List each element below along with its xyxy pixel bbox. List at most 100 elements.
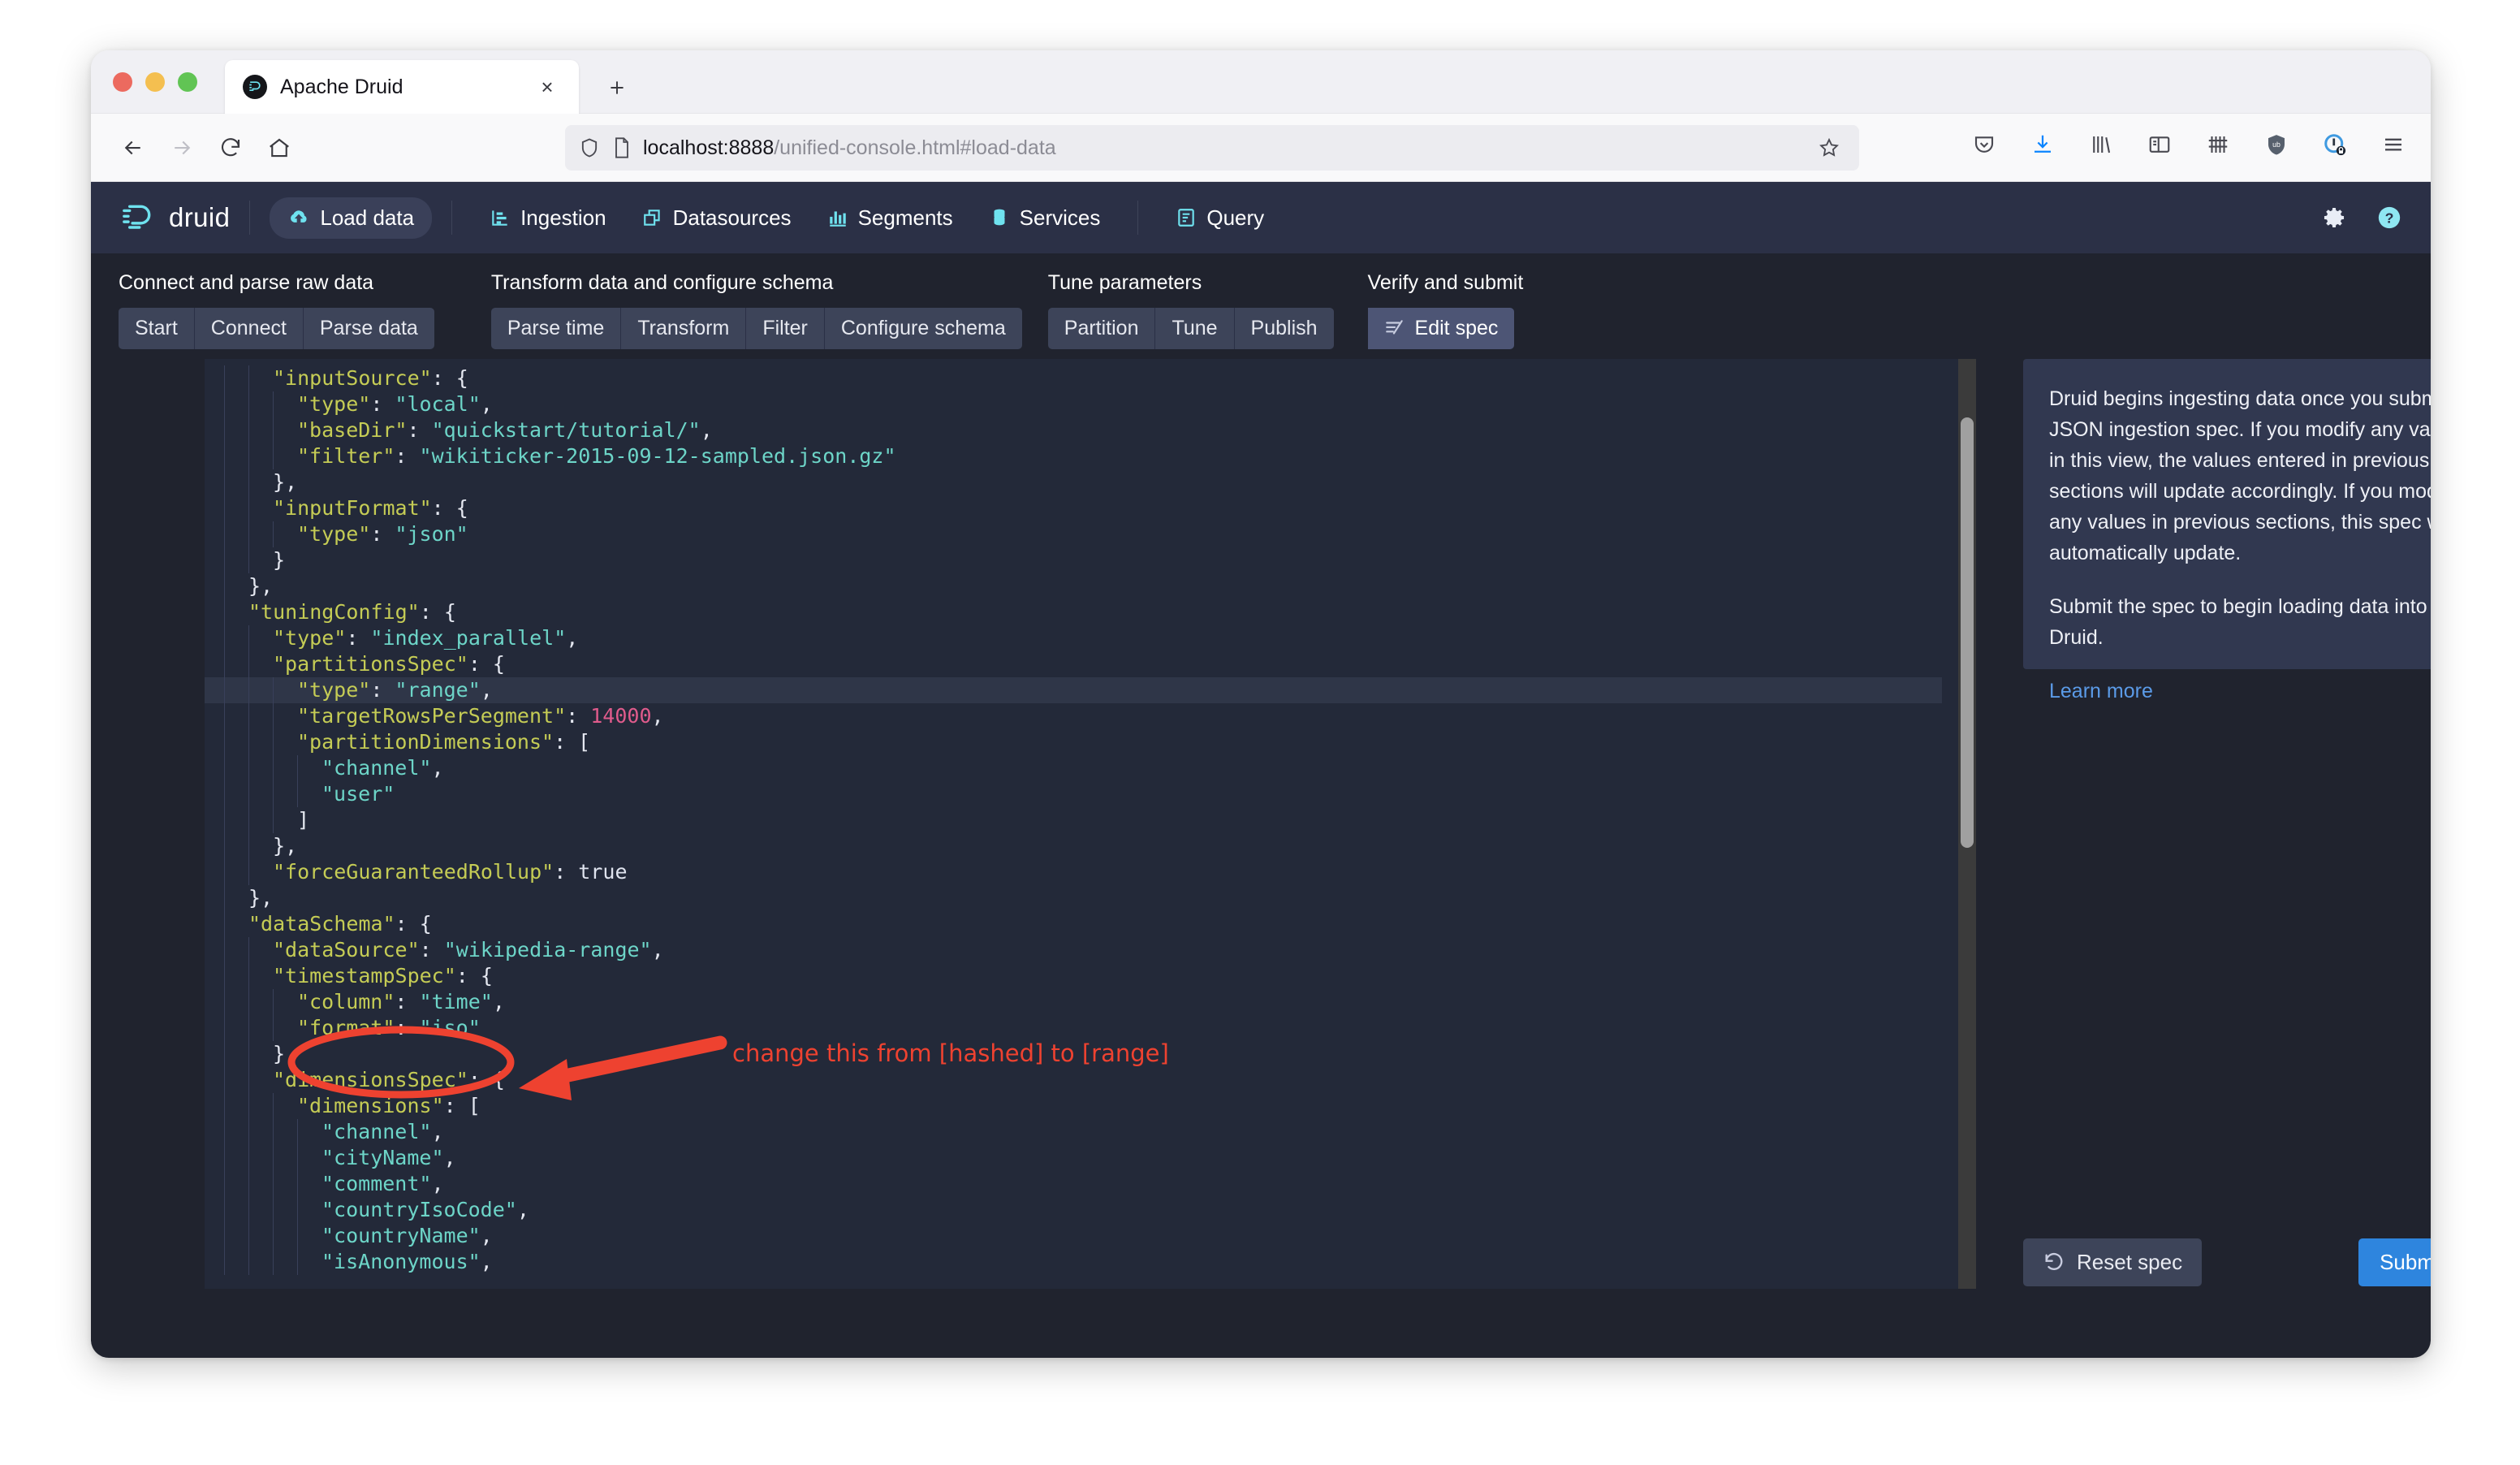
editor-line[interactable]: "tuningConfig": {	[205, 599, 1942, 625]
editor-line[interactable]: "forceGuaranteedRollup": true	[205, 859, 1942, 885]
editor-line[interactable]: "type": "local",	[205, 391, 1942, 417]
editor-line[interactable]: "targetRowsPerSegment": 14000,	[205, 703, 1942, 729]
sidebar-icon[interactable]	[2142, 127, 2177, 162]
step-button-start[interactable]: Start	[119, 308, 195, 349]
indent-guide	[297, 1197, 298, 1223]
indent-guide	[224, 391, 225, 417]
forward-icon[interactable]	[161, 127, 203, 169]
editor-line[interactable]: ]	[205, 807, 1942, 833]
druid-logo[interactable]: druid	[119, 200, 230, 236]
editor-line[interactable]: "partitionsSpec": {	[205, 651, 1942, 677]
json-spec-editor[interactable]: "inputSource": {"type": "local", "baseDir…	[205, 359, 1976, 1289]
menu-icon[interactable]	[2375, 127, 2411, 162]
browser-tab-apache-druid[interactable]: Apache Druid ×	[225, 60, 579, 114]
indent-guide	[248, 651, 249, 677]
editor-line[interactable]: },	[205, 833, 1942, 859]
editor-line[interactable]: "dataSource": "wikipedia-range",	[205, 937, 1942, 963]
back-icon[interactable]	[112, 127, 154, 169]
editor-line[interactable]: "baseDir": "quickstart/tutorial/",	[205, 417, 1942, 443]
editor-line[interactable]: },	[205, 469, 1942, 495]
editor-line[interactable]: "countryIsoCode",	[205, 1197, 1942, 1223]
learn-more-link[interactable]: Learn more	[2049, 680, 2153, 702]
indent-guide	[224, 1119, 225, 1145]
step-button-tune[interactable]: Tune	[1155, 308, 1235, 349]
editor-code-area[interactable]: "inputSource": {"type": "local", "baseDir…	[205, 359, 1942, 1289]
indent-guide	[273, 989, 274, 1015]
editor-line[interactable]: "timestampSpec": {	[205, 963, 1942, 989]
nav-item-segments[interactable]: Segments	[809, 197, 971, 239]
editor-line[interactable]: "user"	[205, 781, 1942, 807]
nav-item-ingestion[interactable]: Ingestion	[472, 197, 624, 239]
editor-line-text: "partitionsSpec": {	[273, 652, 505, 676]
library-icon[interactable]	[2083, 127, 2119, 162]
editor-line[interactable]: "cityName",	[205, 1145, 1942, 1171]
editor-line[interactable]: "column": "time",	[205, 989, 1942, 1015]
home-icon[interactable]	[258, 127, 300, 169]
editor-line[interactable]: "filter": "wikiticker-2015-09-12-sampled…	[205, 443, 1942, 469]
ublock-shield-icon[interactable]: ub	[2259, 127, 2294, 162]
containers-icon[interactable]	[2200, 127, 2236, 162]
shield-icon[interactable]	[578, 136, 601, 159]
indent-guide	[224, 1041, 225, 1067]
editor-line-text: "dataSource": "wikipedia-range",	[273, 938, 664, 962]
step-group-tune: Tune parameters Partition Tune Publish	[1047, 271, 1334, 349]
editor-scrollbar-thumb[interactable]	[1961, 417, 1974, 848]
browser-navbar: localhost:8888/unified-console.html#load…	[91, 114, 2431, 182]
url-bar[interactable]: localhost:8888/unified-console.html#load…	[565, 125, 1859, 171]
nav-item-load-data[interactable]: Load data	[270, 197, 433, 239]
editor-line[interactable]: },	[205, 573, 1942, 599]
step-button-transform[interactable]: Transform	[621, 308, 747, 349]
editor-line[interactable]: "partitionDimensions": [	[205, 729, 1942, 755]
editor-line[interactable]: "countryName",	[205, 1223, 1942, 1249]
new-tab-icon[interactable]	[601, 71, 633, 104]
indent-guide	[224, 911, 225, 937]
editor-line[interactable]: "dimensionsSpec": {	[205, 1067, 1942, 1093]
nav-item-services[interactable]: Services	[971, 197, 1119, 239]
editor-scrollbar[interactable]	[1958, 359, 1976, 1289]
pocket-icon[interactable]	[1966, 127, 2002, 162]
minimize-window-button[interactable]	[145, 72, 165, 92]
step-button-connect[interactable]: Connect	[194, 308, 304, 349]
nav-item-datasources[interactable]: Datasources	[624, 197, 809, 239]
gear-icon[interactable]	[2320, 204, 2348, 231]
indent-guide	[248, 1041, 249, 1067]
download-icon[interactable]	[2025, 127, 2060, 162]
page-info-icon[interactable]	[612, 136, 632, 159]
step-button-publish[interactable]: Publish	[1234, 308, 1334, 349]
step-button-parse-time[interactable]: Parse time	[490, 308, 622, 349]
editor-line[interactable]: "type": "index_parallel",	[205, 625, 1942, 651]
submit-button[interactable]: Submit	[2358, 1238, 2431, 1286]
editor-line[interactable]: "type": "json"	[205, 521, 1942, 547]
editor-line[interactable]: "inputFormat": {	[205, 495, 1942, 521]
editor-line[interactable]: },	[205, 885, 1942, 911]
bookmark-star-icon[interactable]	[1812, 131, 1846, 165]
privacy-badger-icon[interactable]	[2317, 127, 2353, 162]
editor-line[interactable]: "inputSource": {	[205, 365, 1942, 391]
editor-line[interactable]: "dataSchema": {	[205, 911, 1942, 937]
editor-line[interactable]: "dimensions": [	[205, 1093, 1942, 1119]
editor-line[interactable]: },	[205, 1041, 1942, 1067]
editor-line-text: "type": "index_parallel",	[273, 626, 579, 650]
reload-icon[interactable]	[209, 127, 252, 169]
editor-line[interactable]: "format": "iso"	[205, 1015, 1942, 1041]
indent-guide	[248, 521, 249, 547]
step-button-filter[interactable]: Filter	[746, 308, 825, 349]
maximize-window-button[interactable]	[178, 72, 197, 92]
nav-item-query[interactable]: Query	[1158, 197, 1282, 239]
close-window-button[interactable]	[113, 72, 132, 92]
editor-line[interactable]: "comment",	[205, 1171, 1942, 1197]
editor-line[interactable]: "channel",	[205, 755, 1942, 781]
close-icon[interactable]: ×	[533, 73, 561, 101]
step-button-configure-schema[interactable]: Configure schema	[824, 308, 1022, 349]
editor-line[interactable]: "isAnonymous",	[205, 1249, 1942, 1275]
indent-guide	[273, 391, 274, 417]
step-button-edit-spec[interactable]: Edit spec	[1367, 308, 1515, 349]
undo-icon	[2043, 1251, 2065, 1274]
reset-spec-button[interactable]: Reset spec	[2023, 1238, 2203, 1286]
step-button-partition[interactable]: Partition	[1047, 308, 1156, 349]
step-button-parse-data[interactable]: Parse data	[303, 308, 434, 349]
editor-line-highlighted[interactable]: "type": "range",	[205, 677, 1942, 703]
editor-line[interactable]: "channel",	[205, 1119, 1942, 1145]
help-icon[interactable]: ?	[2375, 204, 2403, 231]
editor-line[interactable]: }	[205, 547, 1942, 573]
